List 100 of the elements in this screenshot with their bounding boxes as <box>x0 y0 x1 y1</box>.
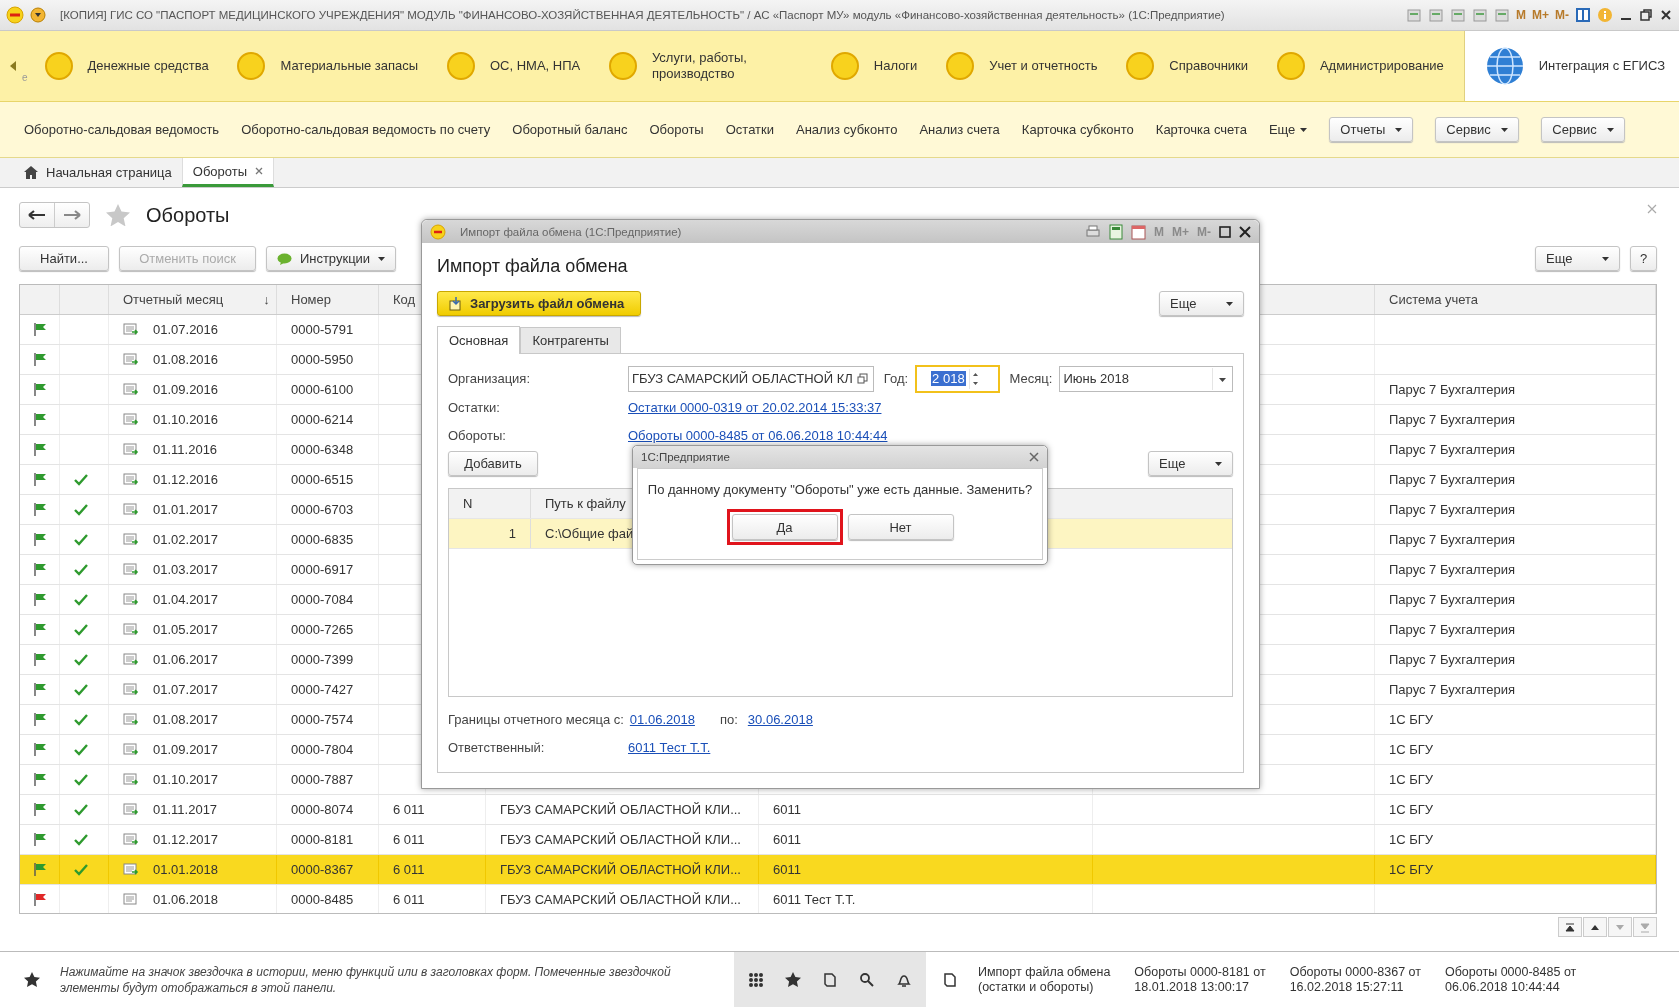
table-cell: 6011 <box>773 832 801 847</box>
sort-indicator: ↓ <box>263 292 270 307</box>
history-item[interactable]: Импорт файла обмена (остатки и обороты) <box>978 964 1111 995</box>
table-cell: 01.04.2017 <box>153 592 219 607</box>
function-link[interactable]: Обороты <box>649 122 704 137</box>
caret-icon <box>1215 461 1222 466</box>
tab[interactable]: Основная <box>437 326 521 354</box>
table-cell: 6011 <box>773 802 801 817</box>
search-icon[interactable] <box>859 971 875 988</box>
restore-icon[interactable] <box>1639 8 1653 22</box>
scroll-up-icon[interactable] <box>1583 917 1607 937</box>
table-cell: ГБУЗ САМАРСКИЙ ОБЛАСТНОЙ КЛИ... <box>500 832 741 847</box>
field-label: Ответственный: <box>448 739 546 755</box>
dropdown-button[interactable]: Сервис <box>1541 117 1626 142</box>
table-row[interactable]: 01.06.2018 0000-8485 6 011 ГБУЗ САМАРСКИЙ ОБЛАСТНОЙ КЛИ... 6011 Тест Т.Т. <box>20 885 1656 913</box>
function-link[interactable]: Карточка субконто <box>1021 122 1134 137</box>
function-link[interactable]: Анализ счета <box>919 122 1000 137</box>
responsible-link[interactable]: 6011 Тест Т.Т. <box>628 739 711 755</box>
star-icon[interactable] <box>106 204 130 226</box>
section-item[interactable]: Справочники <box>1117 31 1268 101</box>
table-cell: 0000-7804 <box>291 742 354 757</box>
function-link[interactable]: Оборотно-сальдовая ведомость <box>24 122 220 137</box>
field-label: по: <box>719 711 738 727</box>
function-link[interactable]: Карточка счета <box>1155 122 1247 137</box>
table-cell: 0000-7427 <box>291 682 354 697</box>
section-item[interactable]: Администрирование <box>1267 31 1464 101</box>
table-cell: 01.02.2017 <box>153 532 219 547</box>
tab[interactable]: Контрагенты <box>520 327 621 353</box>
circle-icon <box>236 51 267 81</box>
dropdown-button[interactable]: Еще <box>1148 451 1233 476</box>
date-link[interactable]: 01.06.2018 <box>629 711 695 727</box>
table-row[interactable]: 01.01.2018 0000-8367 6 011 ГБУЗ САМАРСКИЙ ОБЛАСТНОЙ КЛИ... 6011 1С БГУ <box>20 855 1656 885</box>
history-item[interactable]: Обороты 0000-8485 от 06.06.2018 10:44:44 <box>1445 964 1577 995</box>
table-cell: 01.08.2017 <box>153 712 219 727</box>
table-cell: 01.09.2017 <box>153 742 219 757</box>
function-link[interactable]: Оборотно-сальдовая ведомость по счету <box>241 122 491 137</box>
section-item[interactable]: ОС, НМА, НПА <box>437 31 600 101</box>
page-tab[interactable]: Обороты <box>181 158 275 187</box>
star-icon[interactable] <box>785 972 801 987</box>
dialog-button[interactable]: Да <box>731 514 838 540</box>
add-button[interactable]: Добавить <box>448 451 538 476</box>
dropdown-button[interactable]: Еще <box>1535 246 1620 271</box>
dropdown-button[interactable]: Сервис <box>1435 117 1520 142</box>
table-row[interactable]: 01.11.2017 0000-8074 6 011 ГБУЗ САМАРСКИЙ ОБЛАСТНОЙ КЛИ... 6011 1С БГУ <box>20 795 1656 825</box>
table-cell: 01.10.2016 <box>153 412 219 427</box>
window-title: 1С:Предприятие <box>641 451 730 463</box>
organization-field[interactable]: ГБУЗ САМАРСКИЙ ОБЛАСТНОЙ КЛ <box>628 365 874 392</box>
table-cell: 0000-6703 <box>291 502 354 517</box>
column-header[interactable]: Отчетный месяц ↓ <box>109 285 277 314</box>
panels-icon[interactable] <box>1575 7 1591 23</box>
field-label: Обороты: <box>448 427 507 443</box>
history-item[interactable]: Обороты 0000-8181 от 18.01.2018 13:00:17 <box>1134 964 1266 995</box>
close-icon[interactable] <box>1659 8 1673 22</box>
function-link[interactable]: Анализ субконто <box>796 122 898 137</box>
maximize-icon[interactable] <box>1219 225 1231 238</box>
collapse-icon[interactable] <box>10 61 16 71</box>
table-cell: 1С БГУ <box>1389 802 1434 817</box>
window-title: [КОПИЯ] ГИС СО "ПАСПОРТ МЕДИЦИНСКОГО УЧРЕЖДЕНИЯ" МОДУЛЬ "ФИНАНСОВО-ХОЗЯЙСТВЕННАЯ ДЕЯТЕЛЬНОСТЬ" / АС «Паспорт МУ» модуль «Финансово-хозяйственная деятельность» (1С:Предприятие) <box>60 9 1225 21</box>
speech-bubble-icon <box>277 252 292 265</box>
more-menu[interactable]: Еще <box>1268 122 1308 137</box>
section-item[interactable]: Налоги <box>821 31 938 101</box>
close-icon[interactable] <box>1239 225 1251 238</box>
column-header[interactable]: Система учета <box>1375 285 1656 314</box>
balances-link[interactable]: Остатки 0000-0319 от 20.02.2014 15:33:37 <box>628 399 882 415</box>
table-cell: Парус 7 Бухгалтерия <box>1389 442 1516 457</box>
table-cell: 0000-5950 <box>291 352 354 367</box>
dropdown-icon[interactable] <box>30 7 46 23</box>
dropdown-button[interactable]: Еще <box>1159 291 1244 316</box>
instructions-button[interactable]: Инструкции <box>266 246 396 271</box>
circle-icon <box>1275 51 1306 81</box>
section-item[interactable]: Учет и отчетность <box>937 31 1118 101</box>
section-item[interactable]: Услуги, работы, производство <box>600 31 822 101</box>
table-cell: 0000-7887 <box>291 772 354 787</box>
section-item[interactable]: Материальные запасы <box>228 31 438 101</box>
spinner-icon[interactable] <box>968 368 981 389</box>
month-field[interactable]: Июнь 2018 <box>1059 365 1233 392</box>
table-cell: Парус 7 Бухгалтерия <box>1389 472 1516 487</box>
date-link[interactable]: 30.06.2018 <box>747 711 813 727</box>
find-button[interactable]: Найти... <box>19 246 109 271</box>
history-item[interactable]: Обороты 0000-8367 от 16.02.2018 15:27:11 <box>1289 964 1421 995</box>
year-field[interactable]: 2 018 <box>915 364 1000 393</box>
table-cell: 0000-6515 <box>291 472 354 487</box>
star-icon <box>24 972 40 987</box>
caret-icon <box>1607 127 1615 132</box>
load-file-button[interactable]: Загрузить файл обмена <box>437 291 641 316</box>
column-header[interactable]: N <box>449 489 531 518</box>
page-tab[interactable]: Начальная страница <box>14 158 182 187</box>
function-link[interactable]: Оборотный баланс <box>512 122 628 137</box>
scroll-top-icon[interactable] <box>1558 917 1582 937</box>
turnover-link[interactable]: Обороты 0000-8485 от 06.06.2018 10:44:44 <box>628 427 888 443</box>
grid-icon[interactable] <box>748 971 764 988</box>
help-button[interactable]: ? <box>1630 246 1657 271</box>
section-fragment: е <box>22 71 28 83</box>
dialog-button[interactable]: Нет <box>847 514 954 540</box>
dropdown-button[interactable]: Отчеты <box>1329 117 1414 142</box>
section-item[interactable]: Денежные средства <box>35 31 229 101</box>
function-link[interactable]: Остатки <box>725 122 774 137</box>
circle-icon <box>43 51 74 81</box>
column-header[interactable]: Номер <box>277 285 379 314</box>
section-item[interactable]: Интеграция с ЕГИСЗ <box>1463 31 1679 101</box>
